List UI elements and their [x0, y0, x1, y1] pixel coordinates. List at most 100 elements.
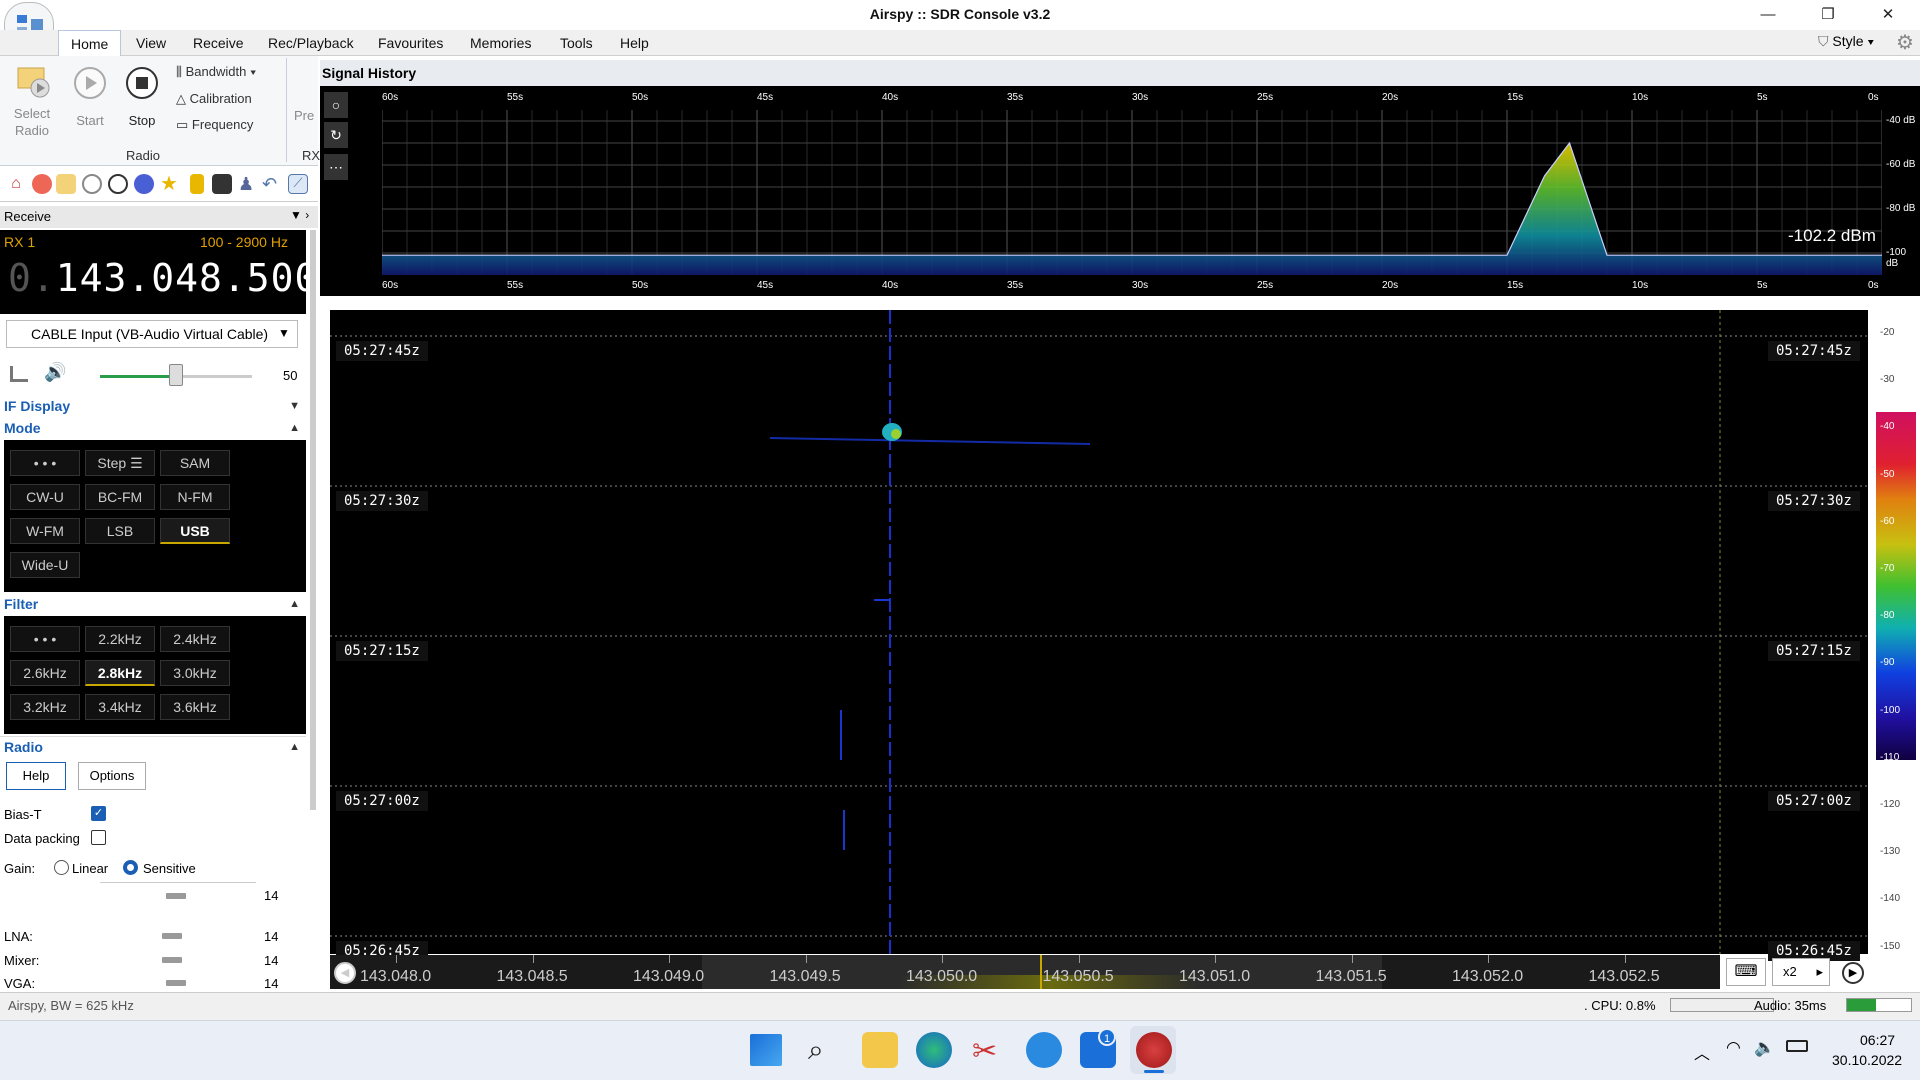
gear-icon[interactable]: ⚙ — [1896, 30, 1914, 55]
mode-more-button[interactable]: • • • — [10, 450, 80, 476]
scroll-left-icon[interactable]: ◀ — [334, 962, 356, 984]
filter-2-2khz-button[interactable]: 2.2kHz — [85, 626, 155, 652]
sh-refresh-icon[interactable]: ↻ — [324, 122, 348, 148]
mixer-slider[interactable] — [162, 957, 182, 963]
snipping-tool-icon[interactable]: ✂ — [972, 1034, 997, 1069]
bandwidth-button[interactable]: ⫼ Bandwidth ▾ — [176, 64, 256, 80]
select-radio-button[interactable]: Select Radio — [8, 62, 56, 139]
record-icon[interactable] — [134, 174, 154, 194]
mode-cwu-button[interactable]: CW-U — [10, 484, 80, 510]
telegram-icon[interactable] — [1026, 1032, 1062, 1068]
lna-slider[interactable] — [162, 933, 182, 939]
zoom-select[interactable]: x2 ▸ — [1772, 958, 1830, 986]
gain-linear-radio[interactable] — [54, 860, 69, 875]
gain-slider[interactable] — [166, 893, 186, 899]
close-button[interactable]: ✕ — [1860, 0, 1916, 30]
data-packing-checkbox[interactable] — [91, 830, 106, 845]
radio-header[interactable]: Radio ▲ — [0, 736, 306, 756]
mode-nfm-button[interactable]: N-FM — [160, 484, 230, 510]
windows-start-icon[interactable] — [750, 1034, 782, 1066]
filter-3-2khz-button[interactable]: 3.2kHz — [10, 694, 80, 720]
volume-slider-thumb[interactable] — [169, 364, 183, 386]
stop-small-icon[interactable] — [108, 174, 128, 194]
if-display-header[interactable]: IF Display ▼ — [0, 396, 306, 416]
menu-rec-playback[interactable]: Rec/Playback — [268, 30, 354, 56]
lifebuoy-icon[interactable] — [32, 174, 52, 194]
lock-icon[interactable] — [190, 174, 204, 194]
meter-icon[interactable] — [10, 366, 28, 382]
camera-icon[interactable] — [212, 174, 232, 194]
play-small-icon[interactable] — [82, 174, 102, 194]
mode-step-button[interactable]: Step ☰ — [85, 450, 155, 476]
filter-2-4khz-button[interactable]: 2.4kHz — [160, 626, 230, 652]
mode-usb-button[interactable]: USB — [160, 518, 230, 544]
home-icon[interactable]: ⌂ — [6, 174, 26, 194]
sh-x-tick: 45s — [757, 280, 774, 291]
keyboard-icon[interactable]: ⌨ — [1726, 958, 1766, 986]
sdr-console-icon[interactable] — [1136, 1032, 1172, 1068]
file-explorer-icon[interactable] — [862, 1032, 898, 1068]
chart-icon[interactable]: ⟋ — [288, 174, 308, 194]
start-button[interactable]: Start — [70, 66, 110, 128]
calibration-button[interactable]: △ Calibration — [176, 91, 252, 107]
receive-header[interactable]: Receive — [0, 206, 318, 228]
filter-more-button[interactable]: • • • — [10, 626, 80, 652]
wifi-icon[interactable]: ◠ — [1726, 1038, 1741, 1058]
undo-icon[interactable]: ↶ — [262, 174, 282, 194]
audio-output-select[interactable]: CABLE Input (VB-Audio Virtual Cable) — [6, 320, 298, 348]
menu-memories[interactable]: Memories — [470, 30, 531, 56]
search-icon[interactable]: ⌕ — [808, 1034, 824, 1067]
gain-sensitive-radio[interactable] — [123, 860, 138, 875]
style-dropdown[interactable]: ⛉ Style ▾ — [1818, 33, 1874, 50]
menu-favourites[interactable]: Favourites — [378, 30, 443, 56]
filter-2-6khz-button[interactable]: 2.6kHz — [10, 660, 80, 686]
restore-button[interactable]: ❐ — [1800, 0, 1856, 30]
filter-3-0khz-button[interactable]: 3.0kHz — [160, 660, 230, 686]
tray-chevron-icon[interactable]: ︿ — [1694, 1040, 1710, 1064]
mode-lsb-button[interactable]: LSB — [85, 518, 155, 544]
frequency-axis-tick — [1078, 955, 1080, 963]
stop-button[interactable]: Stop — [122, 66, 162, 128]
volume-icon[interactable]: 🔈 — [1754, 1038, 1775, 1058]
calibration-label: Calibration — [189, 91, 252, 106]
filter-2-8khz-button[interactable]: 2.8kHz — [85, 660, 155, 686]
star-icon[interactable]: ★ — [160, 174, 180, 194]
receive-collapse-icon[interactable]: ▼ › — [290, 208, 309, 222]
waterfall-signal-core — [891, 429, 901, 439]
battery-icon[interactable] — [1786, 1040, 1808, 1052]
filter-3-6khz-button[interactable]: 3.6kHz — [160, 694, 230, 720]
frequency-button[interactable]: ▭ Frequency — [176, 117, 253, 133]
panel-scrollbar[interactable] — [310, 230, 316, 810]
folder-icon[interactable] — [56, 174, 76, 194]
menu-receive[interactable]: Receive — [193, 30, 244, 56]
menu-home[interactable]: Home — [58, 30, 122, 56]
mode-wideu-button[interactable]: Wide-U — [10, 552, 80, 578]
bias-t-checkbox[interactable]: ✓ — [91, 806, 106, 821]
menu-view[interactable]: View — [136, 30, 166, 56]
menu-help[interactable]: Help — [620, 30, 649, 56]
mode-bcfm-button[interactable]: BC-FM — [85, 484, 155, 510]
menu-tools[interactable]: Tools — [560, 30, 593, 56]
person-icon[interactable]: ♟ — [238, 174, 258, 194]
style-label: Style — [1832, 33, 1864, 49]
minimize-button[interactable]: — — [1740, 0, 1796, 30]
frequency-value[interactable]: 0.143.048.500 — [8, 256, 318, 300]
clock-time[interactable]: 06:27 — [1860, 1032, 1895, 1048]
sh-x-tick: 55s — [507, 92, 524, 103]
radio-help-button[interactable]: Help — [6, 762, 66, 790]
mode-wfm-button[interactable]: W-FM — [10, 518, 80, 544]
filter-header[interactable]: Filter ▲ — [0, 594, 306, 614]
mode-header[interactable]: Mode ▲ — [0, 418, 306, 438]
waterfall-display[interactable] — [330, 310, 1868, 954]
clock-date[interactable]: 30.10.2022 — [1832, 1052, 1902, 1068]
vga-slider[interactable] — [166, 980, 186, 986]
speaker-icon[interactable]: 🔊 — [44, 362, 66, 383]
sh-record-icon[interactable]: ○ — [324, 92, 348, 118]
scroll-right-icon[interactable]: ▶ — [1842, 962, 1864, 984]
mode-sam-button[interactable]: SAM — [160, 450, 230, 476]
filter-3-4khz-button[interactable]: 3.4kHz — [85, 694, 155, 720]
pre-button[interactable]: Pre — [294, 108, 314, 123]
radio-options-button[interactable]: Options — [78, 762, 146, 790]
sh-more-icon[interactable]: ⋯ — [324, 154, 348, 180]
edge-browser-icon[interactable] — [916, 1032, 952, 1068]
